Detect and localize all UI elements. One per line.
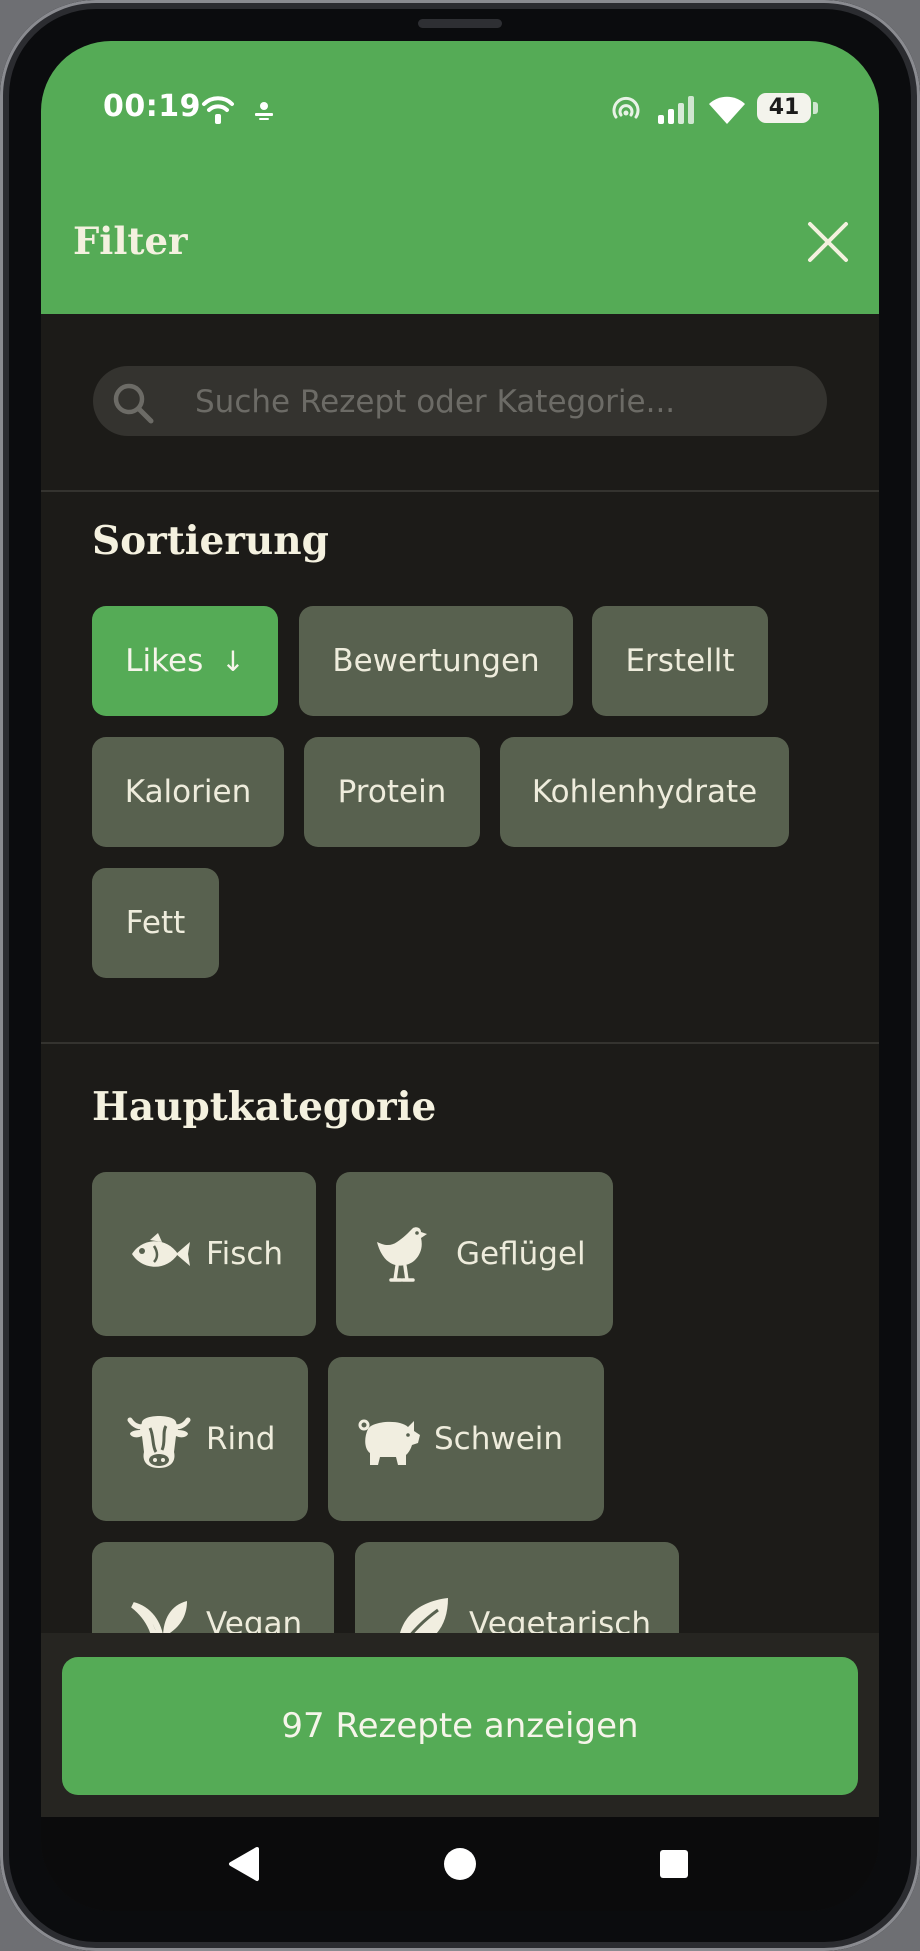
category-beef[interactable]: Rind	[92, 1357, 308, 1521]
arrow-down-icon: ↓	[221, 644, 245, 678]
chip-label: Kohlenhydrate	[531, 774, 758, 810]
divider	[41, 490, 879, 492]
sort-chip-carbs[interactable]: Kohlenhydrate	[500, 737, 789, 847]
system-navigation-bar	[41, 1817, 879, 1911]
category-label: Fisch	[206, 1236, 284, 1272]
battery-nub	[813, 102, 818, 114]
search-bar	[93, 366, 827, 438]
sorting-title: Sortierung	[92, 518, 329, 564]
chip-label: Erstellt	[625, 643, 735, 679]
show-recipes-button[interactable]: 97 Rezepte anzeigen	[62, 1657, 858, 1795]
status-time: 00:19	[103, 89, 201, 124]
category-label: Schwein	[434, 1421, 564, 1457]
sort-chip-calories[interactable]: Kalorien	[92, 737, 284, 847]
recents-icon[interactable]	[658, 1848, 690, 1880]
sort-chip-ratings[interactable]: Bewertungen	[299, 606, 573, 716]
category-label: Geflügel	[456, 1236, 586, 1272]
category-pork[interactable]: Schwein	[328, 1357, 604, 1521]
chip-label: Protein	[337, 774, 447, 810]
filter-header: 00:19 41 Filter	[41, 41, 879, 314]
page-title: Filter	[73, 219, 188, 263]
category-poultry[interactable]: Geflügel	[336, 1172, 613, 1336]
chip-label: Fett	[125, 905, 186, 941]
chip-label: Kalorien	[124, 774, 252, 810]
battery-indicator: 41	[757, 93, 811, 123]
phone-frame: 00:19 41 Filter Suche Rezept oder Katego…	[0, 0, 920, 1951]
chip-label: Bewertungen	[332, 643, 540, 679]
cow-icon	[124, 1404, 194, 1474]
category-fish[interactable]: Fisch	[92, 1172, 316, 1336]
search-input[interactable]	[193, 366, 797, 438]
main-category-title: Hauptkategorie	[92, 1084, 437, 1130]
back-icon[interactable]	[227, 1846, 261, 1882]
app-screen: 00:19 41 Filter Suche Rezept oder Katego…	[41, 41, 879, 1911]
category-label: Rind	[206, 1421, 276, 1457]
wifi-signal-icon	[709, 96, 745, 124]
fish-icon	[124, 1219, 194, 1289]
nfc-icon	[612, 96, 640, 119]
sort-chip-protein[interactable]: Protein	[304, 737, 480, 847]
sort-chip-likes[interactable]: Likes ↓	[92, 606, 278, 716]
wifi-icon	[202, 96, 234, 124]
speaker-grille	[418, 19, 502, 28]
chip-label: Likes	[125, 643, 204, 679]
home-icon[interactable]	[442, 1846, 478, 1882]
pig-icon	[356, 1404, 422, 1474]
sort-chip-created[interactable]: Erstellt	[592, 606, 768, 716]
close-icon[interactable]	[805, 219, 851, 265]
chicken-icon	[368, 1219, 438, 1289]
hotspot-icon	[255, 102, 273, 120]
sort-chip-fat[interactable]: Fett	[92, 868, 219, 978]
signal-icon	[658, 96, 694, 124]
divider	[41, 1042, 879, 1044]
search-icon	[113, 383, 154, 424]
